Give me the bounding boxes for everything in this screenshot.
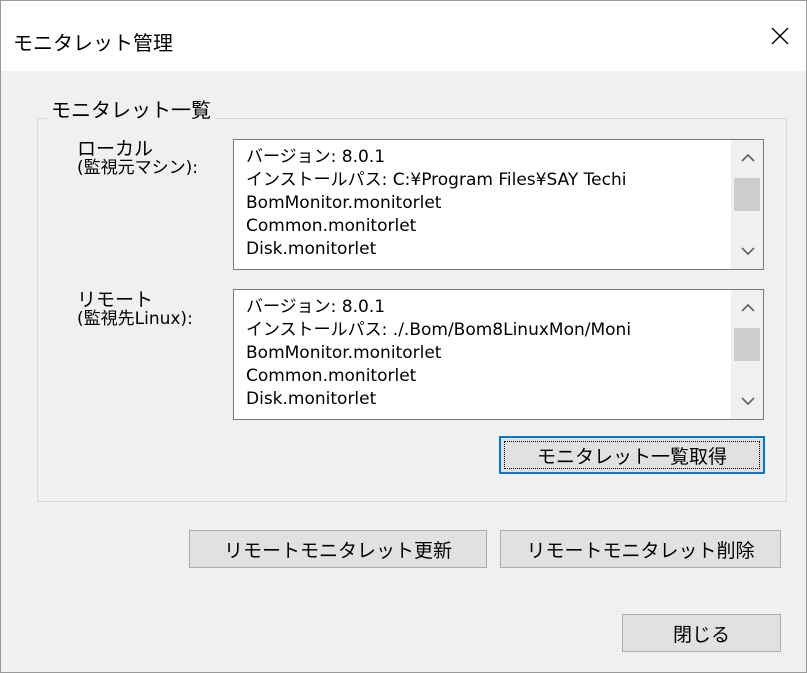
remote-label: リモート (監視先Linux): xyxy=(77,291,193,329)
chevron-up-icon xyxy=(740,303,755,312)
scroll-down-button[interactable] xyxy=(732,237,763,265)
dialog-window: モニタレット管理 モニタレット一覧 ローカル (監視元マシン): バージョン: … xyxy=(0,0,807,673)
list-item[interactable]: Common.monitorlet xyxy=(246,365,736,388)
remote-label-line1: リモート xyxy=(77,289,154,311)
list-item[interactable]: BomMonitor.monitorlet xyxy=(246,192,736,215)
remote-label-line2: (監視先Linux): xyxy=(77,309,193,329)
list-item[interactable]: インストールパス: ./.Bom/Bom8LinuxMon/Moni xyxy=(246,319,736,342)
window-title: モニタレット管理 xyxy=(13,31,173,55)
title-bar: モニタレット管理 xyxy=(1,1,806,71)
scroll-up-button[interactable] xyxy=(732,144,763,172)
list-item[interactable]: Disk.monitorlet xyxy=(246,388,736,411)
close-icon xyxy=(771,27,789,45)
list-item[interactable]: バージョン: 8.0.1 xyxy=(246,146,736,169)
fetch-monitorlet-list-button[interactable]: モニタレット一覧取得 xyxy=(499,436,765,474)
update-remote-monitorlet-button[interactable]: リモートモニタレット更新 xyxy=(189,530,487,568)
update-remote-monitorlet-label: リモートモニタレット更新 xyxy=(223,539,452,562)
local-list-lines: バージョン: 8.0.1 インストールパス: C:¥Program Files¥… xyxy=(246,146,736,261)
list-item[interactable]: バージョン: 8.0.1 xyxy=(246,296,736,319)
scroll-down-button[interactable] xyxy=(732,387,763,415)
list-item[interactable]: Disk.monitorlet xyxy=(246,238,736,261)
remote-list-scrollbar[interactable] xyxy=(731,290,763,419)
close-button[interactable] xyxy=(754,9,806,63)
group-legend: モニタレット一覧 xyxy=(47,94,215,123)
local-monitorlet-list[interactable]: バージョン: 8.0.1 インストールパス: C:¥Program Files¥… xyxy=(233,139,764,270)
list-item[interactable]: Common.monitorlet xyxy=(246,215,736,238)
delete-remote-monitorlet-label: リモートモニタレット削除 xyxy=(526,539,755,562)
local-label-line1: ローカル xyxy=(77,138,154,160)
local-label: ローカル (監視元マシン): xyxy=(77,140,198,178)
local-list-scrollbar[interactable] xyxy=(731,140,763,269)
close-dialog-button[interactable]: 閉じる xyxy=(622,614,781,652)
local-label-line2: (監視元マシン): xyxy=(77,158,198,178)
fetch-monitorlet-list-label: モニタレット一覧取得 xyxy=(536,445,727,468)
chevron-down-icon xyxy=(740,397,755,406)
remote-monitorlet-list[interactable]: バージョン: 8.0.1 インストールパス: ./.Bom/Bom8LinuxM… xyxy=(233,289,764,420)
scroll-thumb[interactable] xyxy=(734,328,760,361)
list-item[interactable]: BomMonitor.monitorlet xyxy=(246,342,736,365)
chevron-down-icon xyxy=(740,247,755,256)
remote-list-lines: バージョン: 8.0.1 インストールパス: ./.Bom/Bom8LinuxM… xyxy=(246,296,736,411)
scroll-up-button[interactable] xyxy=(732,294,763,322)
delete-remote-monitorlet-button[interactable]: リモートモニタレット削除 xyxy=(500,530,781,568)
scroll-thumb[interactable] xyxy=(734,178,760,211)
list-item[interactable]: インストールパス: C:¥Program Files¥SAY Techi xyxy=(246,169,736,192)
close-dialog-label: 閉じる xyxy=(672,623,730,646)
chevron-up-icon xyxy=(740,153,755,162)
